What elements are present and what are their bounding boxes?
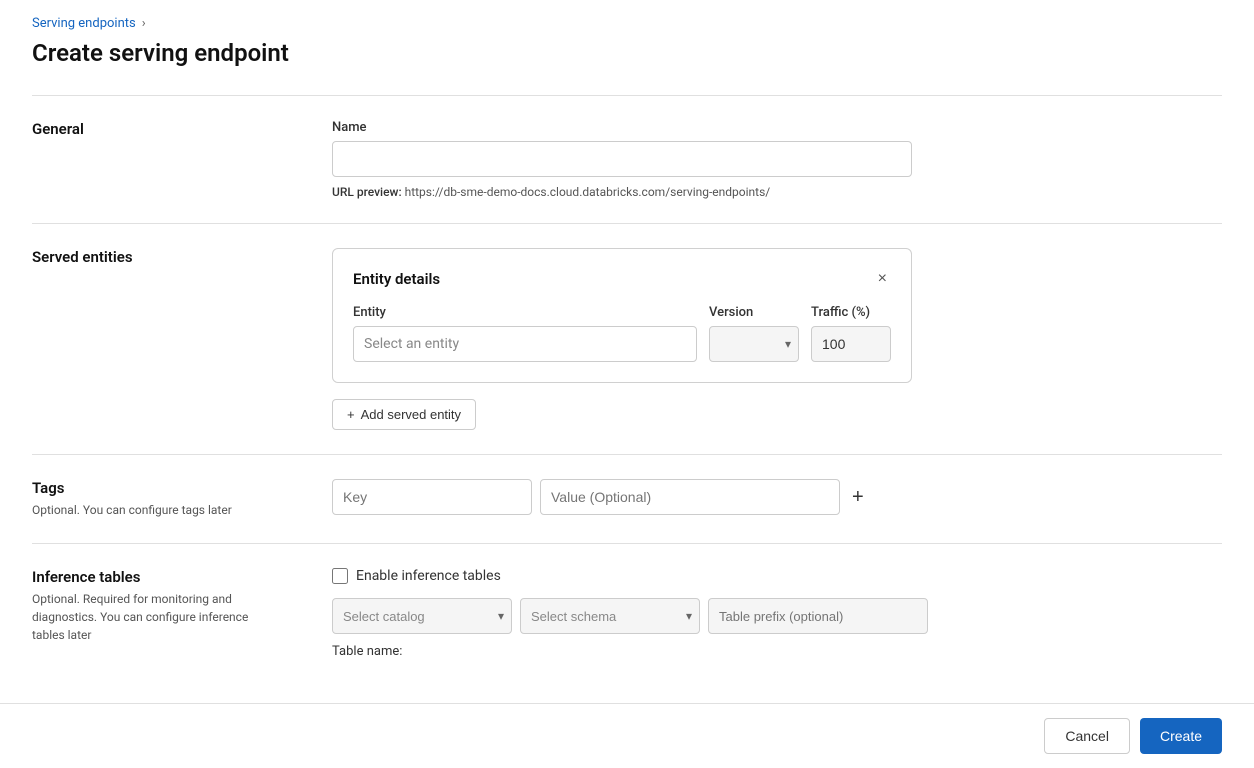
- version-label: Version: [709, 305, 799, 320]
- tags-title: Tags: [32, 479, 332, 497]
- name-input[interactable]: [332, 141, 912, 177]
- tag-key-input[interactable]: [332, 479, 532, 515]
- tags-section: Tags Optional. You can configure tags la…: [32, 454, 1222, 543]
- url-preview-label: URL preview:: [332, 185, 402, 199]
- name-label: Name: [332, 120, 912, 135]
- served-entities-content: Entity details × Entity Select an entity…: [332, 248, 1222, 430]
- breadcrumb-link[interactable]: Serving endpoints: [32, 16, 136, 31]
- add-entity-label: Add served entity: [361, 407, 461, 422]
- create-button[interactable]: Create: [1140, 718, 1222, 754]
- enable-inference-label[interactable]: Enable inference tables: [356, 568, 501, 584]
- entity-card: Entity details × Entity Select an entity…: [332, 248, 912, 383]
- entity-placeholder-text: Select an entity: [364, 336, 459, 352]
- url-preview: URL preview: https://db-sme-demo-docs.cl…: [332, 185, 912, 199]
- enable-inference-row: Enable inference tables: [332, 568, 1222, 584]
- catalog-select-wrapper: Select catalog: [332, 598, 512, 634]
- traffic-label: Traffic (%): [811, 305, 891, 320]
- enable-inference-checkbox[interactable]: [332, 568, 348, 584]
- entity-label: Entity: [353, 305, 697, 320]
- cancel-button[interactable]: Cancel: [1044, 718, 1130, 754]
- entity-field: Entity Select an entity: [353, 305, 697, 362]
- served-entities-section: Served entities Entity details × Entity …: [32, 223, 1222, 454]
- catalog-select[interactable]: Select catalog: [332, 598, 512, 634]
- inference-tables-content: Enable inference tables Select catalog S…: [332, 568, 1222, 659]
- table-prefix-input[interactable]: [708, 598, 928, 634]
- inference-tables-desc: Optional. Required for monitoring and di…: [32, 590, 332, 644]
- version-field: Version: [709, 305, 799, 362]
- inference-tables-section: Inference tables Optional. Required for …: [32, 543, 1222, 683]
- served-entities-label: Served entities: [32, 248, 332, 430]
- breadcrumb: Serving endpoints ›: [32, 16, 1222, 31]
- url-preview-value: https://db-sme-demo-docs.cloud.databrick…: [405, 185, 771, 199]
- page-footer: Cancel Create: [0, 703, 1254, 768]
- entity-select[interactable]: Select an entity: [353, 326, 697, 362]
- general-title: General: [32, 120, 332, 138]
- inference-tables-label: Inference tables Optional. Required for …: [32, 568, 332, 659]
- served-entities-title: Served entities: [32, 248, 332, 266]
- tags-content: +: [332, 479, 1222, 519]
- tags-desc: Optional. You can configure tags later: [32, 501, 332, 519]
- tags-section-label: Tags Optional. You can configure tags la…: [32, 479, 332, 519]
- tag-value-input[interactable]: [540, 479, 840, 515]
- general-content: Name URL preview: https://db-sme-demo-do…: [332, 120, 912, 199]
- inference-tables-title: Inference tables: [32, 568, 332, 586]
- table-name-label: Table name:: [332, 644, 1222, 659]
- add-entity-icon: +: [347, 407, 355, 422]
- general-section: General Name URL preview: https://db-sme…: [32, 95, 1222, 223]
- page-title: Create serving endpoint: [32, 39, 1222, 67]
- version-select-wrapper: [709, 326, 799, 362]
- traffic-input[interactable]: [811, 326, 891, 362]
- entity-details-title: Entity details: [353, 270, 440, 288]
- schema-select[interactable]: Select schema: [520, 598, 700, 634]
- traffic-field: Traffic (%): [811, 305, 891, 362]
- inference-fields: Select catalog Select schema: [332, 598, 1222, 634]
- general-section-label: General: [32, 120, 332, 199]
- add-served-entity-button[interactable]: + Add served entity: [332, 399, 476, 430]
- tags-row: +: [332, 479, 1222, 515]
- schema-select-wrapper: Select schema: [520, 598, 700, 634]
- entity-card-header: Entity details ×: [353, 269, 891, 289]
- version-select[interactable]: [709, 326, 799, 362]
- add-tag-button[interactable]: +: [848, 485, 868, 509]
- close-entity-button[interactable]: ×: [874, 269, 891, 289]
- entity-fields: Entity Select an entity Version Traf: [353, 305, 891, 362]
- breadcrumb-chevron: ›: [142, 16, 146, 31]
